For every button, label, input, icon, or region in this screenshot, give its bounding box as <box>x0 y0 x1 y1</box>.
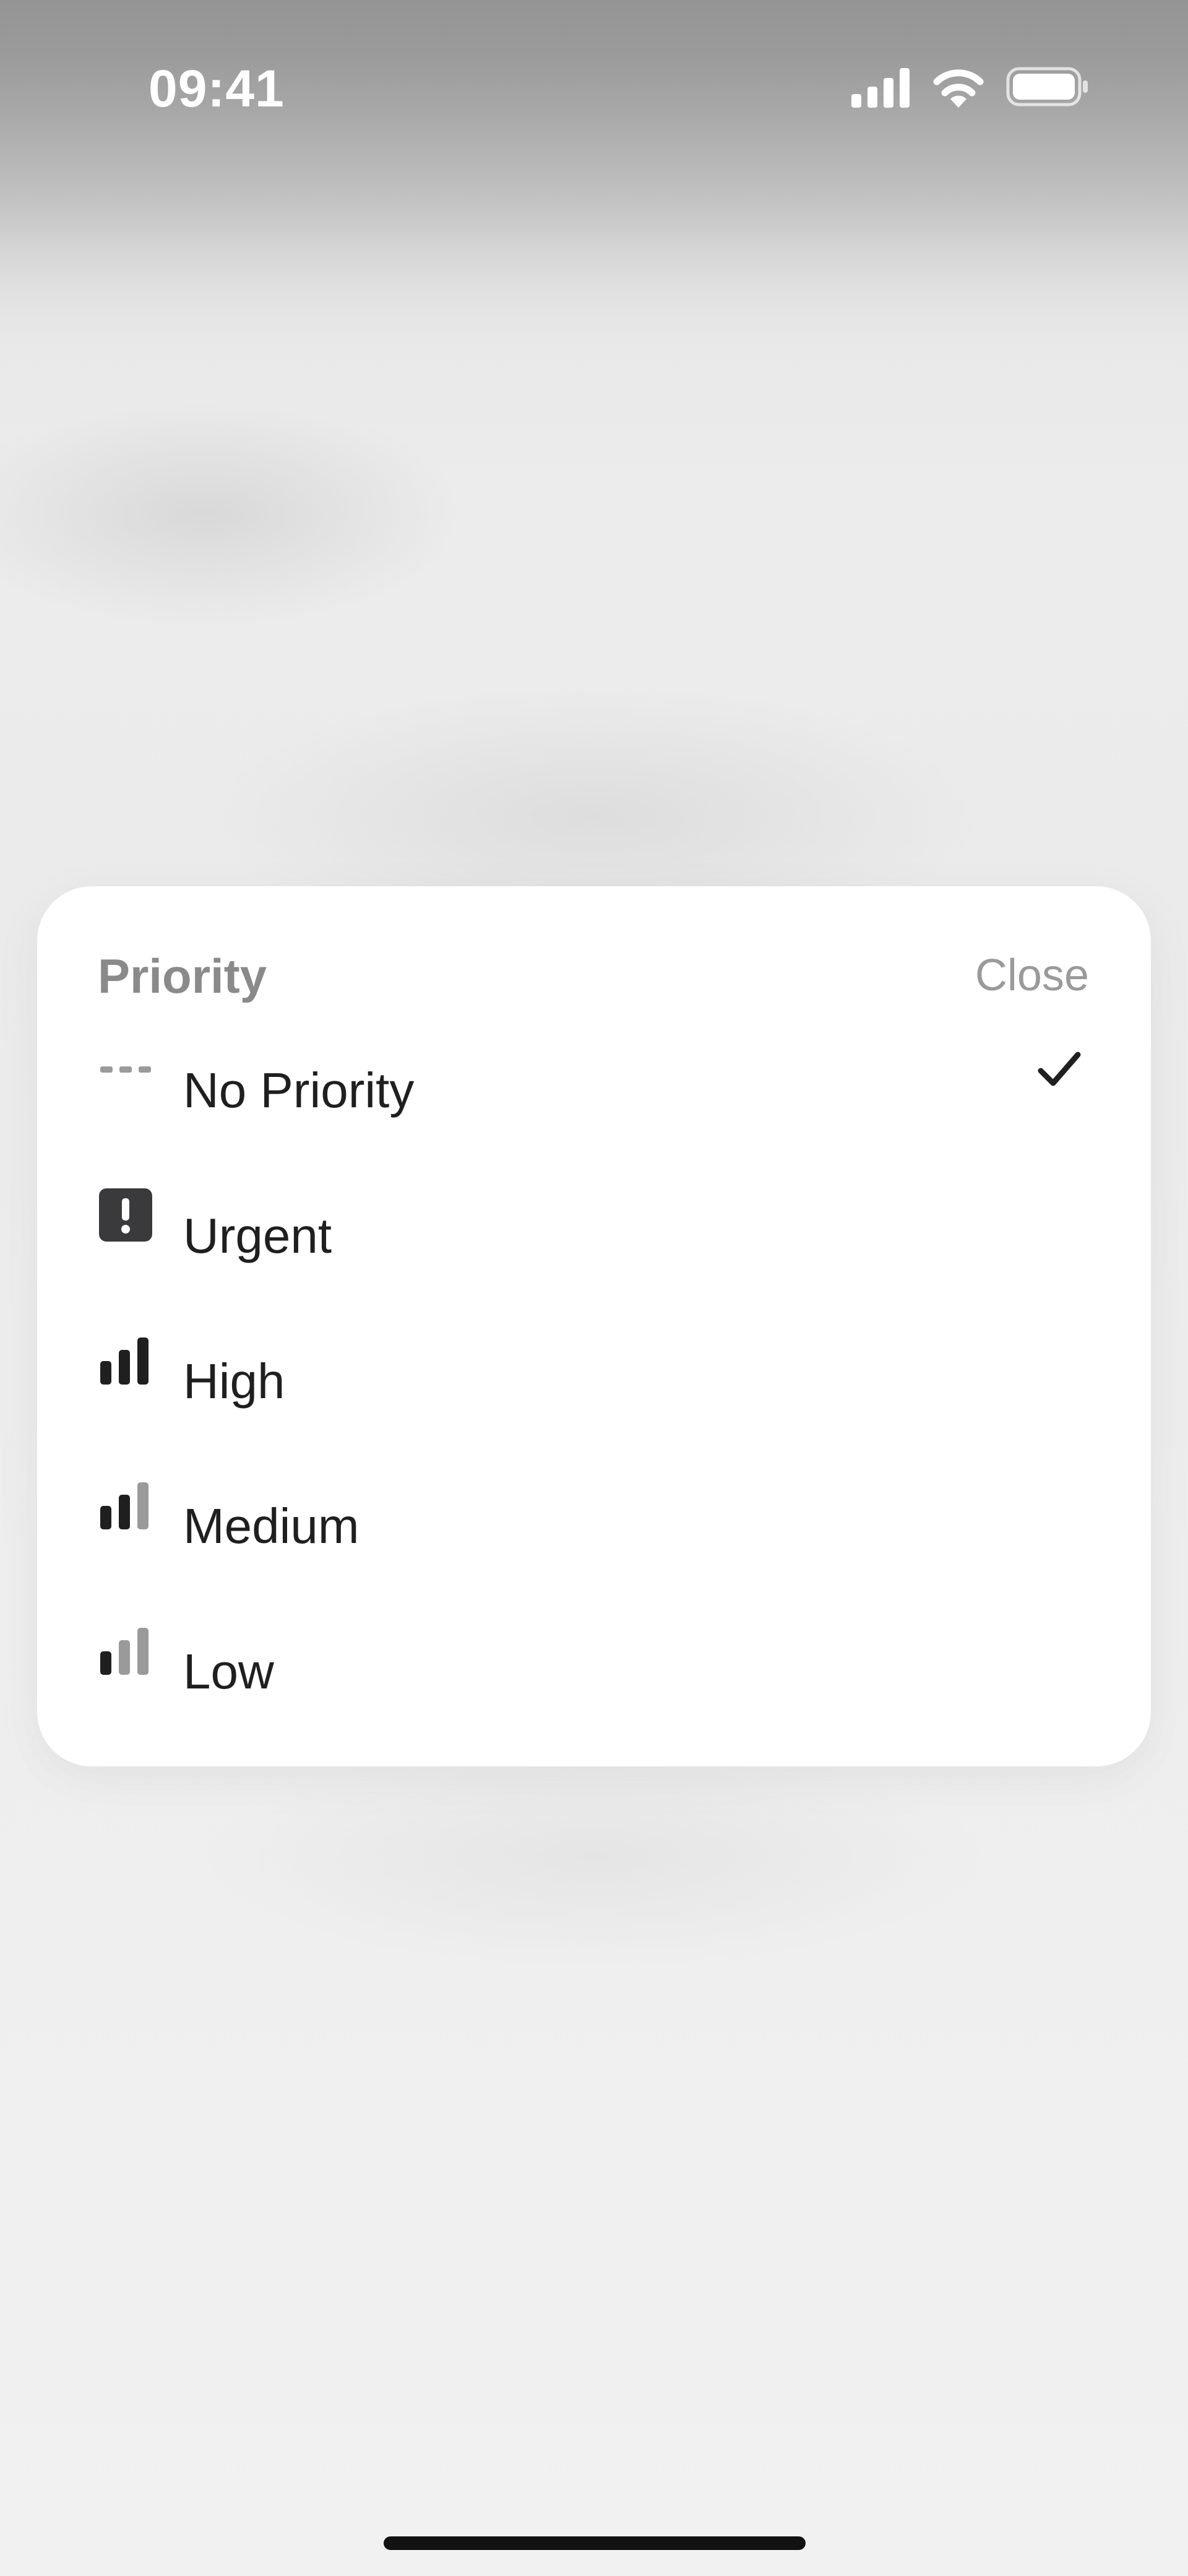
priority-bars-high-icon <box>100 1338 148 1385</box>
urgent-exclamation-icon <box>99 1188 152 1242</box>
no-priority-dashes-icon <box>100 1066 151 1073</box>
option-label: Low <box>183 1644 274 1699</box>
option-label: High <box>183 1354 285 1409</box>
signal-icon <box>851 68 910 108</box>
status-time: 09:41 <box>148 59 285 118</box>
home-indicator[interactable] <box>384 2536 806 2550</box>
option-high[interactable]: High <box>37 1312 1151 1448</box>
close-button[interactable]: Close <box>975 950 1089 1001</box>
option-low[interactable]: Low <box>37 1602 1151 1739</box>
option-label: Urgent <box>183 1208 332 1263</box>
priority-bars-medium-icon <box>100 1482 148 1529</box>
option-label: No Priority <box>183 1063 415 1118</box>
wifi-icon <box>933 69 984 108</box>
sheet-title: Priority <box>98 949 267 1003</box>
option-urgent[interactable]: Urgent <box>37 1167 1151 1303</box>
priority-bars-low-icon <box>100 1628 148 1675</box>
option-no-priority[interactable]: No Priority <box>37 1021 1151 1157</box>
priority-sheet: Priority Close No Priority Urgent High M… <box>37 886 1151 1766</box>
option-medium[interactable]: Medium <box>37 1457 1151 1593</box>
checkmark-icon <box>1038 1052 1081 1086</box>
option-label: Medium <box>183 1498 359 1554</box>
battery-icon <box>1006 67 1088 106</box>
sheet-header: Priority Close <box>37 886 1151 1016</box>
status-bar: 09:41 <box>0 0 1188 173</box>
